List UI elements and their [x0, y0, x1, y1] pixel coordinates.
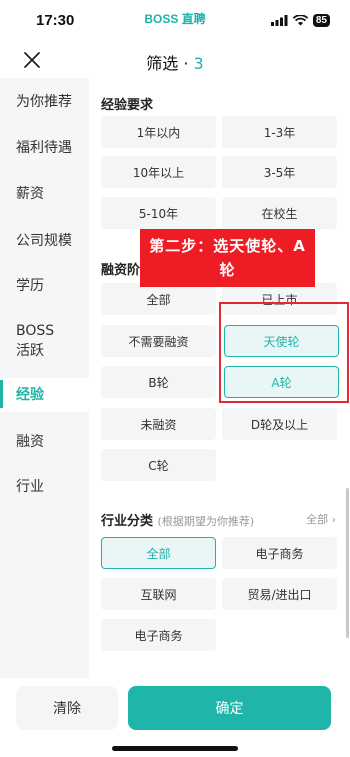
- option-fin-5[interactable]: A轮: [224, 366, 339, 398]
- option-fin-1[interactable]: 已上市: [222, 283, 337, 315]
- option-fin-3[interactable]: 天使轮: [224, 325, 339, 357]
- sidebar-item-experience[interactable]: 经验: [0, 378, 89, 412]
- home-indicator: [112, 746, 238, 751]
- option-ind-1[interactable]: 电子商务: [222, 537, 337, 569]
- option-fin-4[interactable]: B轮: [101, 366, 216, 398]
- filter-sidebar: 为你推荐 福利待遇 薪资 公司规模 学历 BOSS活跃 经验 融资 行业: [0, 78, 89, 678]
- industry-hint: (根据期望为你推荐): [157, 515, 255, 528]
- sidebar-item-boss-active[interactable]: BOSS活跃: [0, 321, 60, 361]
- wifi-icon: [292, 15, 308, 26]
- option-exp-3[interactable]: 3-5年: [222, 156, 337, 188]
- option-fin-7[interactable]: D轮及以上: [222, 408, 337, 440]
- option-ind-0[interactable]: 全部: [101, 537, 216, 569]
- status-icons: 85: [270, 14, 330, 27]
- sidebar-item-experience-label: 经验: [16, 387, 44, 403]
- content-scrollbar[interactable]: [346, 488, 349, 638]
- option-ind-2[interactable]: 互联网: [101, 578, 216, 610]
- experience-section-title: 经验要求: [101, 98, 154, 113]
- sidebar-item-salary[interactable]: 薪资: [0, 184, 89, 204]
- sidebar-item-education[interactable]: 学历: [0, 276, 89, 296]
- signal-icon: [270, 15, 288, 26]
- option-exp-0[interactable]: 1年以内: [101, 116, 216, 148]
- option-exp-5[interactable]: 在校生: [222, 197, 337, 229]
- sidebar-item-financing[interactable]: 融资: [0, 432, 89, 452]
- industry-all-link[interactable]: 全部 ›: [306, 511, 336, 527]
- clear-button[interactable]: 清除: [16, 686, 118, 730]
- status-bar: 17:30 BOSS 直聘 85: [0, 0, 350, 40]
- sidebar-item-industry[interactable]: 行业: [0, 477, 89, 497]
- sidebar-item-recommend[interactable]: 为你推荐: [0, 92, 89, 112]
- step-annotation-banner: 第二步：选天使轮、A 轮: [140, 229, 315, 287]
- option-fin-8[interactable]: C轮: [101, 449, 216, 481]
- sidebar-item-company-size[interactable]: 公司规模: [0, 231, 89, 251]
- option-fin-0[interactable]: 全部: [101, 283, 216, 315]
- filter-content: 经验要求 1年以内 1-3年 10年以上 3-5年 5-10年 在校生 融资阶段…: [89, 78, 350, 678]
- option-exp-4[interactable]: 5-10年: [101, 197, 216, 229]
- confirm-button[interactable]: 确定: [128, 686, 331, 730]
- industry-title-text: 行业分类: [101, 514, 154, 529]
- footer-actions: 清除 确定: [0, 678, 350, 757]
- option-ind-4[interactable]: 电子商务: [101, 619, 216, 651]
- option-fin-2[interactable]: 不需要融资: [101, 325, 216, 357]
- option-exp-1[interactable]: 1-3年: [222, 116, 337, 148]
- nav-bar: 筛选 · 3: [0, 40, 350, 78]
- industry-section-title: 行业分类 (根据期望为你推荐): [101, 510, 254, 529]
- page-title-text: 筛选 ·: [146, 54, 194, 73]
- sidebar-item-benefits[interactable]: 福利待遇: [0, 138, 89, 158]
- option-ind-3[interactable]: 贸易/进出口: [222, 578, 337, 610]
- filter-count: 3: [193, 54, 204, 73]
- annotation-line-2: 轮: [219, 261, 236, 279]
- battery-icon: 85: [312, 14, 330, 27]
- option-exp-2[interactable]: 10年以上: [101, 156, 216, 188]
- option-fin-6[interactable]: 未融资: [101, 408, 216, 440]
- annotation-line-1: 第二步：选天使轮、A: [149, 237, 306, 255]
- page-title: 筛选 · 3: [0, 50, 350, 74]
